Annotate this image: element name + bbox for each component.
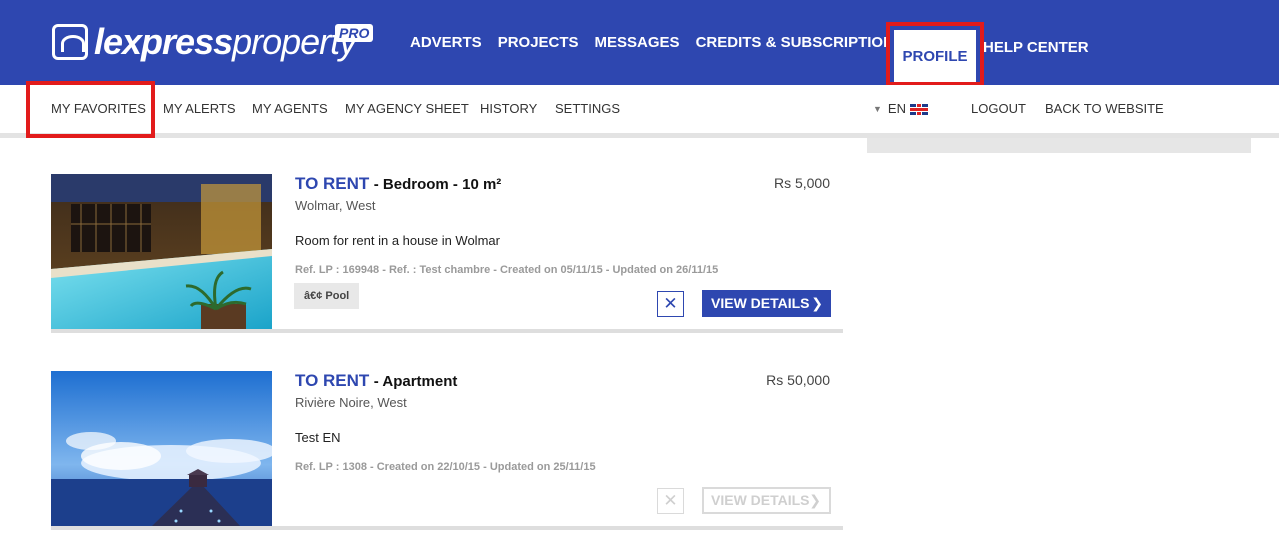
logout-link[interactable]: LOGOUT [971, 85, 1026, 133]
listing-price: Rs 5,000 [773, 175, 830, 191]
subnav-my-alerts[interactable]: MY ALERTS [163, 85, 236, 133]
listing-heading[interactable]: TO RENT - Bedroom - 10 m² [295, 174, 501, 194]
view-details-button[interactable]: VIEW DETAILS ❯ [702, 290, 831, 317]
close-icon: ✕ [663, 491, 678, 510]
subnav-settings[interactable]: SETTINGS [555, 85, 620, 133]
remove-favorite-button[interactable]: ✕ [657, 291, 684, 317]
logo-wordmark: lexpressproperty [94, 21, 357, 62]
view-details-label: VIEW DETAILS [711, 295, 810, 311]
nav-profile[interactable]: PROFILE [894, 30, 976, 82]
pro-badge: PRO [335, 24, 374, 42]
listing-description: Room for rent in a house in Wolmar [295, 233, 500, 248]
nav-help-center[interactable]: HELP CENTER [983, 0, 1089, 95]
listing-status: TO RENT [295, 174, 370, 193]
main-nav: ADVERTS PROJECTS MESSAGES CREDITS & SUBS… [410, 0, 920, 85]
language-selector[interactable]: ▼ EN [873, 85, 928, 133]
listing-description: Test EN [295, 430, 341, 445]
view-details-label: VIEW DETAILS [711, 492, 810, 508]
nav-projects[interactable]: PROJECTS [498, 34, 579, 51]
sub-nav: MY FAVORITES MY ALERTS MY AGENTS MY AGEN… [0, 85, 1279, 133]
card-divider [51, 329, 843, 333]
feature-tag: â€¢ Pool [294, 283, 360, 309]
listing-reference: Ref. LP : 169948 - Ref. : Test chambre -… [295, 264, 719, 276]
close-icon: ✕ [663, 294, 678, 313]
house-logo-icon [52, 24, 88, 60]
caret-down-icon: ▼ [873, 104, 882, 114]
sidebar-panel [867, 138, 1251, 153]
back-to-website-link[interactable]: BACK TO WEBSITE [1045, 85, 1164, 133]
listing-photo-pier[interactable] [51, 371, 272, 527]
listing-photo-pool[interactable] [51, 174, 272, 330]
listing-title: - Apartment [373, 373, 458, 390]
listing-location: Rivière Noire, West [295, 395, 407, 410]
listing-price: Rs 50,000 [766, 372, 830, 388]
listing-reference: Ref. LP : 1308 - Created on 22/10/15 - U… [295, 461, 596, 473]
site-logo[interactable]: lexpressproperty PRO [52, 18, 374, 66]
listing-status: TO RENT [295, 371, 370, 390]
remove-favorite-button[interactable]: ✕ [657, 488, 684, 514]
subnav-my-agency-sheet[interactable]: MY AGENCY SHEET [345, 85, 469, 133]
listing-heading[interactable]: TO RENT - Apartment [295, 371, 457, 391]
nav-messages[interactable]: MESSAGES [595, 34, 680, 51]
listing-title: - Bedroom - 10 m² [373, 176, 502, 193]
nav-credits-subscriptions[interactable]: CREDITS & SUBSCRIPTIONS [696, 34, 904, 51]
profile-highlight: PROFILE [886, 22, 984, 86]
listing-card: TO RENT - Apartment Rs 50,000 Rivière No… [51, 371, 843, 531]
listing-card: TO RENT - Bedroom - 10 m² Rs 5,000 Wolma… [51, 174, 843, 334]
subnav-my-agents[interactable]: MY AGENTS [252, 85, 328, 133]
nav-adverts[interactable]: ADVERTS [410, 34, 482, 51]
favorites-highlight [26, 81, 155, 138]
chevron-right-icon: ❯ [811, 295, 823, 311]
subnav-history[interactable]: HISTORY [480, 85, 537, 133]
view-details-button[interactable]: VIEW DETAILS ❯ [702, 487, 831, 514]
language-code: EN [887, 101, 906, 116]
chevron-right-icon: ❯ [809, 492, 821, 508]
uk-flag-icon [909, 103, 928, 115]
top-bar: lexpressproperty PRO ADVERTS PROJECTS ME… [0, 0, 1279, 85]
listing-location: Wolmar, West [295, 198, 376, 213]
card-divider [51, 526, 843, 530]
